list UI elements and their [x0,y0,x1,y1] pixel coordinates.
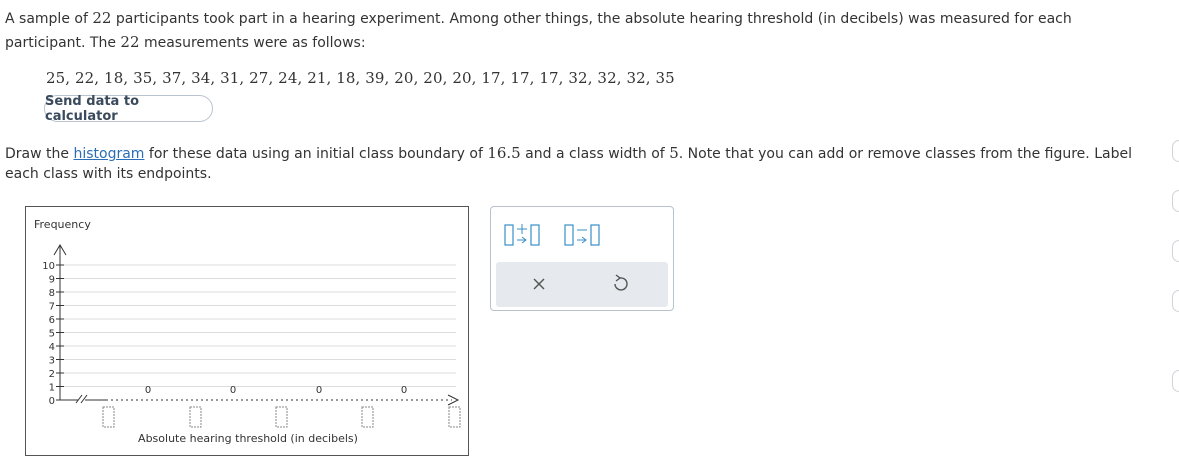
class-tools-row [491,207,673,259]
bar-value-label: 0 [316,385,322,396]
bar-value-label: 0 [401,385,407,396]
y-tick-label: 10 [42,261,55,272]
draw-text-3: and a class width of [520,146,670,162]
bar-value-label: 0 [145,385,151,396]
undo-icon[interactable] [614,274,628,291]
graph-toolbox [490,206,674,311]
class-endpoint-input[interactable] [189,406,202,428]
class-endpoint-input[interactable] [102,406,115,428]
intro-text-3: measurements were as follows: [139,35,366,51]
class-width: 5 [669,144,679,162]
y-tick-label: 4 [49,342,55,353]
axis-break-mark [75,394,83,404]
side-tab[interactable] [1172,190,1179,212]
action-tools-row [496,262,668,307]
remove-class-icon[interactable] [564,224,600,246]
intro-text-1: A sample of [5,11,93,27]
endpoint-inputs[interactable] [102,406,461,428]
y-axis-ticks: 0 1 2 3 4 5 6 7 8 9 10 [42,261,64,407]
close-icon[interactable] [533,278,545,290]
y-tick-label: 3 [49,356,55,367]
y-tick-label: 1 [49,383,55,394]
class-endpoint-input[interactable] [361,406,374,428]
send-data-button[interactable]: Send data to calculator [44,94,213,124]
y-tick-label: 6 [49,315,55,326]
problem-intro: A sample of 22 participants took part in… [5,7,1125,55]
add-class-icon[interactable] [504,224,540,246]
side-tab[interactable] [1172,140,1179,162]
y-tick-label: 9 [49,275,55,286]
side-tab[interactable] [1172,370,1179,392]
histogram-link[interactable]: histogram [73,146,144,162]
data-values: 25, 22, 18, 35, 37, 34, 31, 27, 24, 21, … [46,69,675,87]
y-tick-label: 5 [49,329,55,340]
initial-boundary: 16.5 [487,144,521,162]
bar-value-label: 0 [230,385,236,396]
draw-instructions: Draw the histogram for these data using … [5,143,1155,184]
x-axis-label: Absolute hearing threshold (in decibels) [138,432,358,445]
histogram-graph[interactable]: Frequency 0 1 2 3 4 5 6 7 8 9 10 0 0 0 0 Absolute hea… [25,206,469,456]
axis-break-mark [80,394,88,404]
side-tab[interactable] [1172,290,1179,312]
y-tick-label: 7 [49,302,55,313]
side-tab[interactable] [1172,240,1179,262]
y-tick-label: 2 [49,369,55,380]
sample-size: 22 [92,9,112,27]
x-axis-arrow [447,394,460,406]
histogram-canvas[interactable]: Frequency 0 1 2 3 4 5 6 7 8 9 10 0 0 0 0 Absolute hea… [26,207,468,455]
class-endpoint-input[interactable] [275,406,288,428]
measurement-count: 22 [120,33,140,51]
y-axis-label: Frequency [34,218,91,231]
draw-text-2: for these data using an initial class bo… [144,146,488,162]
y-tick-label: 0 [49,396,55,407]
class-endpoint-input[interactable] [448,406,461,428]
draw-text-1: Draw the [5,146,74,162]
y-tick-label: 8 [49,288,55,299]
grid-lines [60,264,456,387]
